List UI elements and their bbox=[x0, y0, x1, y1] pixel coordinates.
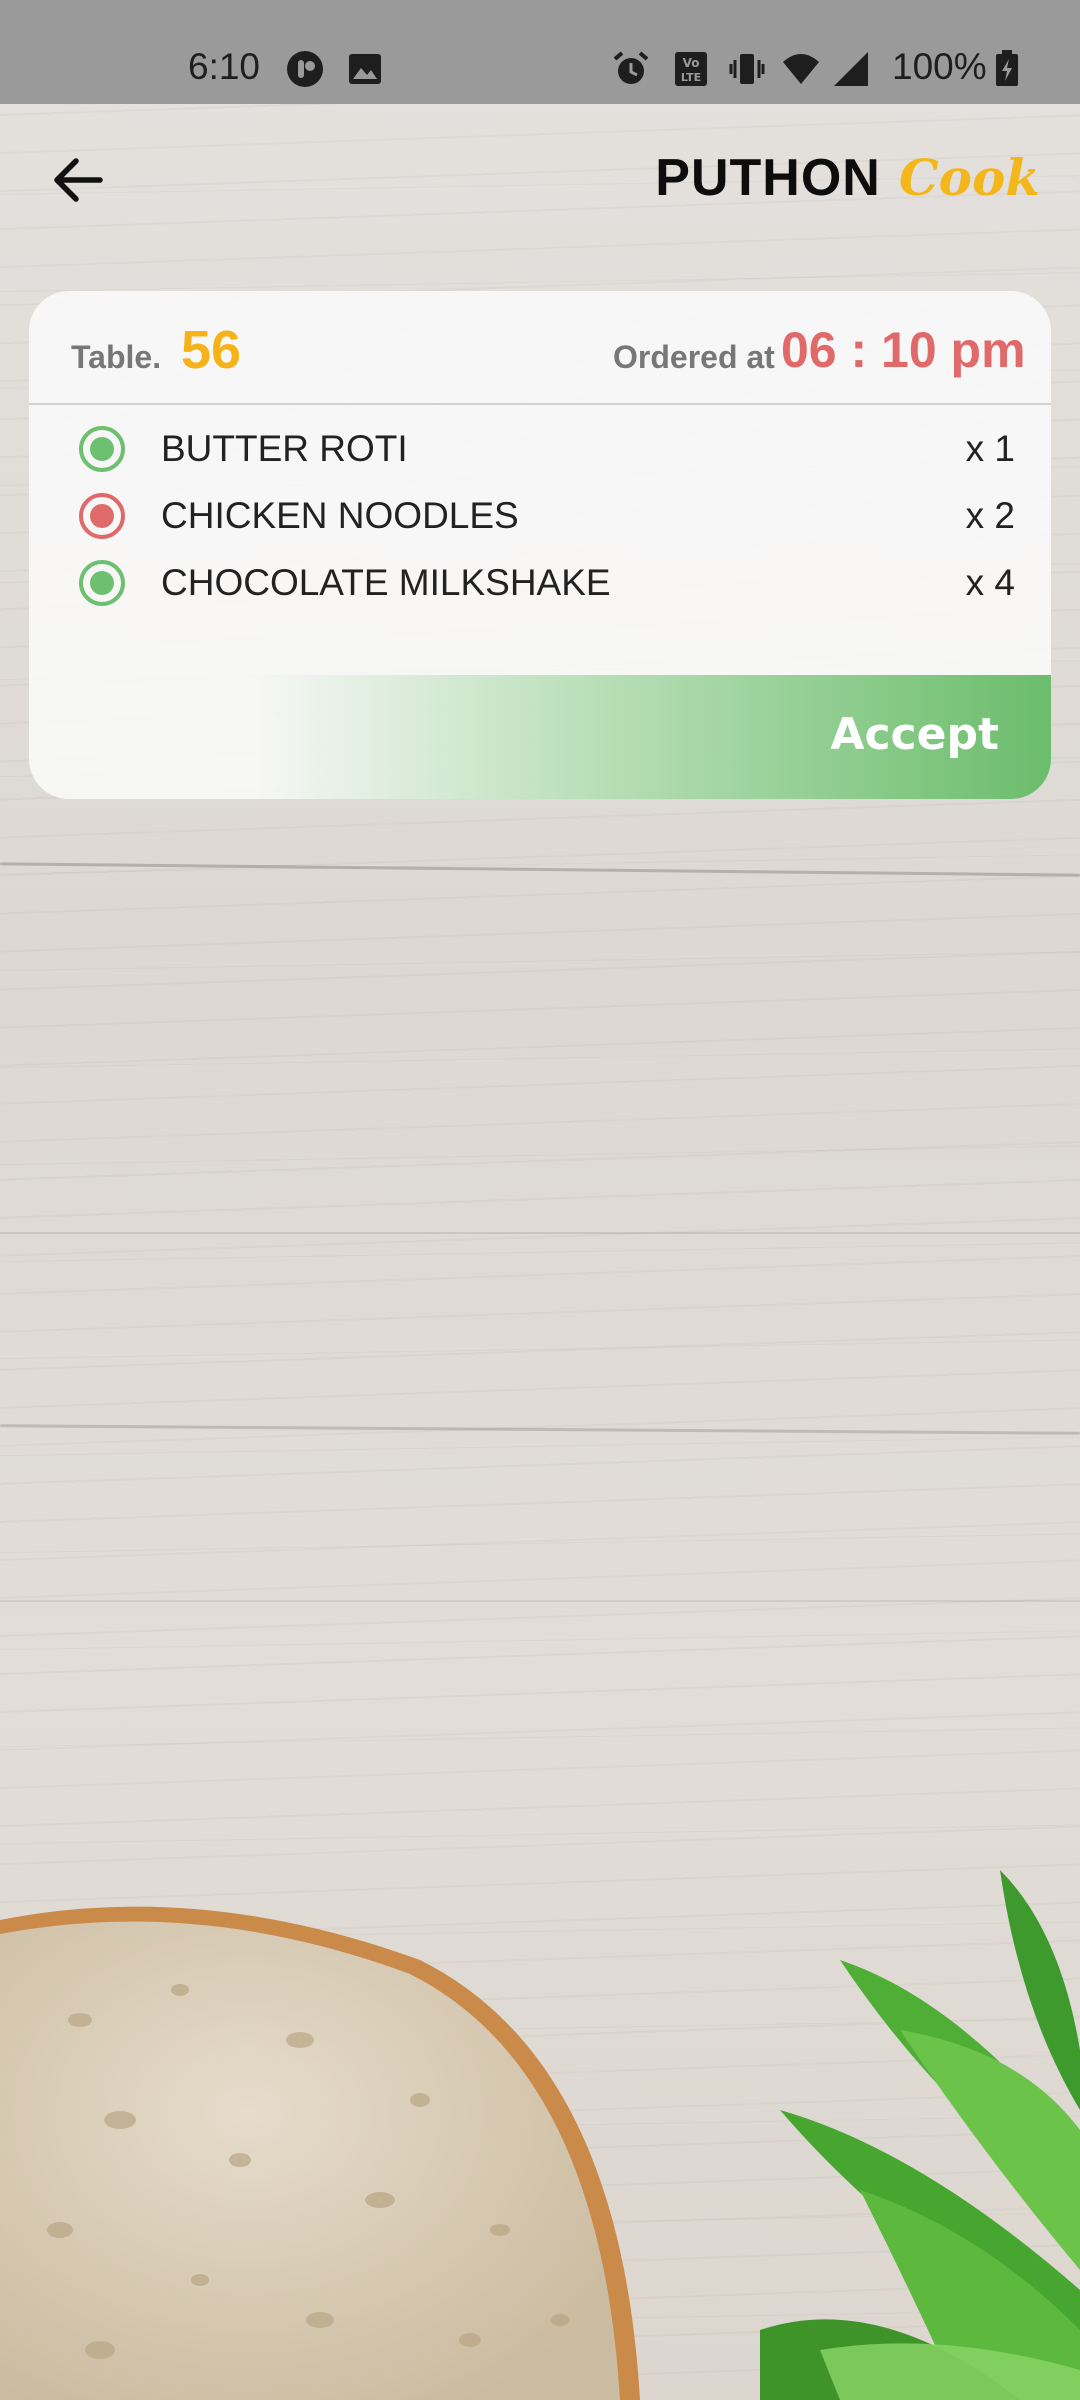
battery-percent: 100% bbox=[892, 46, 987, 87]
status-bar: 6:10 Vo LTE 100% bbox=[0, 0, 1080, 104]
item-name: BUTTER ROTI bbox=[161, 428, 408, 469]
battery-charging-icon bbox=[996, 50, 1018, 86]
list-item: BUTTER ROTI x 1 bbox=[29, 416, 1051, 483]
item-quantity: x 2 bbox=[965, 495, 1015, 536]
veg-indicator-icon bbox=[79, 560, 125, 606]
wood-grain-line bbox=[0, 1232, 1080, 1234]
svg-text:Vo: Vo bbox=[683, 56, 700, 70]
svg-text:LTE: LTE bbox=[681, 71, 701, 84]
ordered-at-label: Ordered at bbox=[613, 339, 775, 375]
table-number: 56 bbox=[181, 320, 242, 380]
order-card-header: Table. 56 Ordered at 06 : 10 pm bbox=[29, 291, 1051, 405]
alarm-icon bbox=[613, 51, 649, 84]
wood-grain-line bbox=[0, 1600, 1080, 1602]
green-leaves-image bbox=[760, 1870, 1080, 2400]
item-quantity: x 1 bbox=[965, 428, 1015, 469]
list-item: CHICKEN NOODLES x 2 bbox=[29, 483, 1051, 550]
table-label: Table. bbox=[71, 339, 162, 375]
status-time: 6:10 bbox=[188, 46, 261, 87]
brand-main-text: PUTHON bbox=[655, 149, 881, 207]
order-items-list: BUTTER ROTI x 1 CHICKEN NOODLES x 2 CHOC… bbox=[29, 416, 1051, 617]
app-notification-icon bbox=[287, 51, 323, 87]
signal-icon bbox=[834, 52, 868, 86]
vibrate-icon bbox=[729, 54, 765, 84]
bread-slice-image bbox=[0, 1906, 640, 2400]
wifi-icon bbox=[783, 54, 819, 84]
image-icon bbox=[349, 54, 381, 84]
item-name: CHICKEN NOODLES bbox=[161, 495, 519, 536]
brand-accent-text: Cook bbox=[898, 148, 1040, 207]
accept-button[interactable]: Accept bbox=[830, 709, 999, 760]
wood-grain-line bbox=[0, 862, 1080, 877]
accept-bar[interactable]: Accept bbox=[29, 675, 1051, 799]
item-quantity: x 4 bbox=[965, 562, 1015, 603]
order-card: Table. 56 Ordered at 06 : 10 pm BUTTER R… bbox=[29, 291, 1051, 799]
app-logo: PUTHON Cook bbox=[655, 148, 1040, 218]
item-name: CHOCOLATE MILKSHAKE bbox=[161, 562, 611, 603]
list-item: CHOCOLATE MILKSHAKE x 4 bbox=[29, 550, 1051, 617]
nonveg-indicator-icon bbox=[79, 493, 125, 539]
veg-indicator-icon bbox=[79, 426, 125, 472]
ordered-time: 06 : 10 pm bbox=[781, 322, 1026, 378]
wood-grain-line bbox=[0, 1424, 1080, 1435]
arrow-left-icon[interactable] bbox=[50, 152, 106, 208]
volte-icon: Vo LTE bbox=[675, 52, 707, 86]
